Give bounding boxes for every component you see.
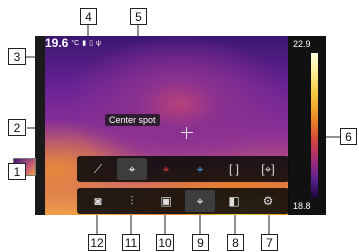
camera-icon: ◙	[94, 194, 102, 208]
storage-icon: ▯	[89, 40, 93, 47]
callout-1: 1	[8, 163, 26, 180]
usb-icon: ψ	[95, 39, 101, 47]
settings-button[interactable]: ⚙	[253, 190, 283, 212]
callout-10: 10	[156, 234, 174, 251]
center-spot-icon: ⌖	[128, 161, 136, 176]
user-area-icon: [⌖]	[261, 161, 275, 176]
camera-button[interactable]: ◙	[83, 190, 113, 212]
image-mode-icon: ▣	[160, 194, 172, 208]
user-spot-icon: [ ]	[228, 162, 239, 176]
camera-screen: 22.9 18.8 19.6 °C ▮ ▯ ψ Center spot ⟋ ⌖ …	[35, 36, 326, 215]
cold-spot-button[interactable]: ⌖	[185, 158, 215, 180]
cold-spot-icon: ⌖	[196, 161, 204, 176]
adjust-button[interactable]: ⫶	[117, 190, 147, 212]
left-panel	[35, 36, 45, 215]
temperature-unit: °C	[71, 39, 80, 47]
settings-icon: ⚙	[262, 194, 274, 208]
hot-spot-button[interactable]: ⌖	[151, 158, 181, 180]
callout-9: 9	[192, 234, 209, 251]
user-area-button[interactable]: [⌖]	[253, 158, 283, 180]
center-spot-button[interactable]: ⌖	[117, 158, 147, 180]
callout-5: 5	[130, 8, 147, 25]
callout-3: 3	[8, 48, 26, 65]
no-measurement-button[interactable]: ⟋	[83, 158, 113, 180]
tooltip: Center spot	[105, 114, 160, 126]
scale-max-label: 22.9	[293, 39, 311, 49]
callout-12: 12	[88, 234, 106, 251]
battery-icon: ▮	[82, 40, 87, 47]
adjust-sliders-icon: ⫶	[130, 193, 134, 208]
temperature-scale-panel: 22.9 18.8	[288, 36, 326, 215]
callout-7: 7	[261, 234, 278, 251]
spot-temperature: 19.6	[45, 36, 69, 50]
center-spot-crosshair	[181, 127, 193, 139]
measurement-button[interactable]: ⌖	[185, 190, 215, 212]
image-mode-button[interactable]: ▣	[151, 190, 181, 212]
measurement-toolbar: ⟋ ⌖ ⌖ ⌖ [ ] [⌖]	[77, 156, 289, 182]
callout-6: 6	[340, 128, 357, 145]
hot-spot-icon: ⌖	[162, 161, 170, 176]
main-toolbar: ◙ ⫶ ▣ ⌖ ◧ ⚙	[77, 188, 289, 214]
callout-4: 4	[80, 8, 97, 25]
no-measurement-icon: ⟋	[93, 161, 103, 176]
status-bar: 19.6 °C ▮ ▯ ψ	[45, 36, 155, 50]
user-spot-button[interactable]: [ ]	[219, 158, 249, 180]
color-palette-icon: ◧	[228, 194, 240, 208]
callout-2: 2	[8, 119, 26, 136]
temperature-scale-bar	[311, 53, 318, 198]
color-palette-button[interactable]: ◧	[219, 190, 249, 212]
callout-8: 8	[227, 234, 244, 251]
measurement-icon: ⌖	[196, 193, 204, 208]
scale-min-label: 18.8	[293, 201, 311, 211]
callout-11: 11	[122, 234, 140, 251]
